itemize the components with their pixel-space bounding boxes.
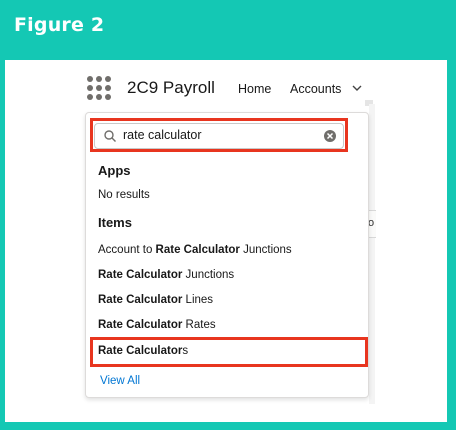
list-item[interactable]: Rate Calculator Junctions bbox=[86, 264, 366, 288]
nav-item-accounts[interactable]: Accounts bbox=[290, 82, 341, 96]
item-suffix: Junctions bbox=[182, 269, 235, 281]
figure-frame: Figure 2 2C9 Payroll Home Accounts o rat… bbox=[0, 0, 456, 430]
list-item[interactable]: Rate Calculator Lines bbox=[86, 289, 366, 313]
item-match: Rate Calculator bbox=[98, 319, 183, 331]
app-name: 2C9 Payroll bbox=[127, 78, 215, 97]
chevron-down-icon[interactable] bbox=[351, 82, 363, 94]
list-item[interactable]: Account to Rate Calculator Junctions bbox=[86, 239, 366, 263]
nav-item-home[interactable]: Home bbox=[238, 82, 271, 96]
item-match: Rate Calculator bbox=[155, 244, 240, 256]
search-dropdown: Apps No results Items Account to Rate Ca… bbox=[85, 112, 369, 398]
item-suffix: Junctions bbox=[239, 244, 292, 256]
app-launcher-icon[interactable] bbox=[87, 76, 113, 102]
apps-no-results: No results bbox=[98, 189, 150, 201]
item-match: Rate Calculator bbox=[98, 269, 183, 281]
item-prefix: Account to bbox=[98, 244, 156, 256]
apps-heading: Apps bbox=[98, 163, 131, 178]
item-suffix: Rates bbox=[182, 319, 216, 331]
list-item[interactable]: Rate Calculator Rates bbox=[86, 314, 366, 338]
screenshot-area: 2C9 Payroll Home Accounts o rate calcula… bbox=[5, 60, 447, 422]
background-panel bbox=[369, 104, 375, 404]
view-all-link[interactable]: View All bbox=[100, 375, 140, 387]
figure-title: Figure 2 bbox=[14, 14, 105, 36]
item-match: Rate Calculator bbox=[98, 294, 183, 306]
items-heading: Items bbox=[98, 215, 132, 230]
item-suffix: Lines bbox=[182, 294, 214, 306]
item-highlight-box bbox=[90, 337, 368, 367]
search-highlight-box bbox=[90, 118, 348, 152]
